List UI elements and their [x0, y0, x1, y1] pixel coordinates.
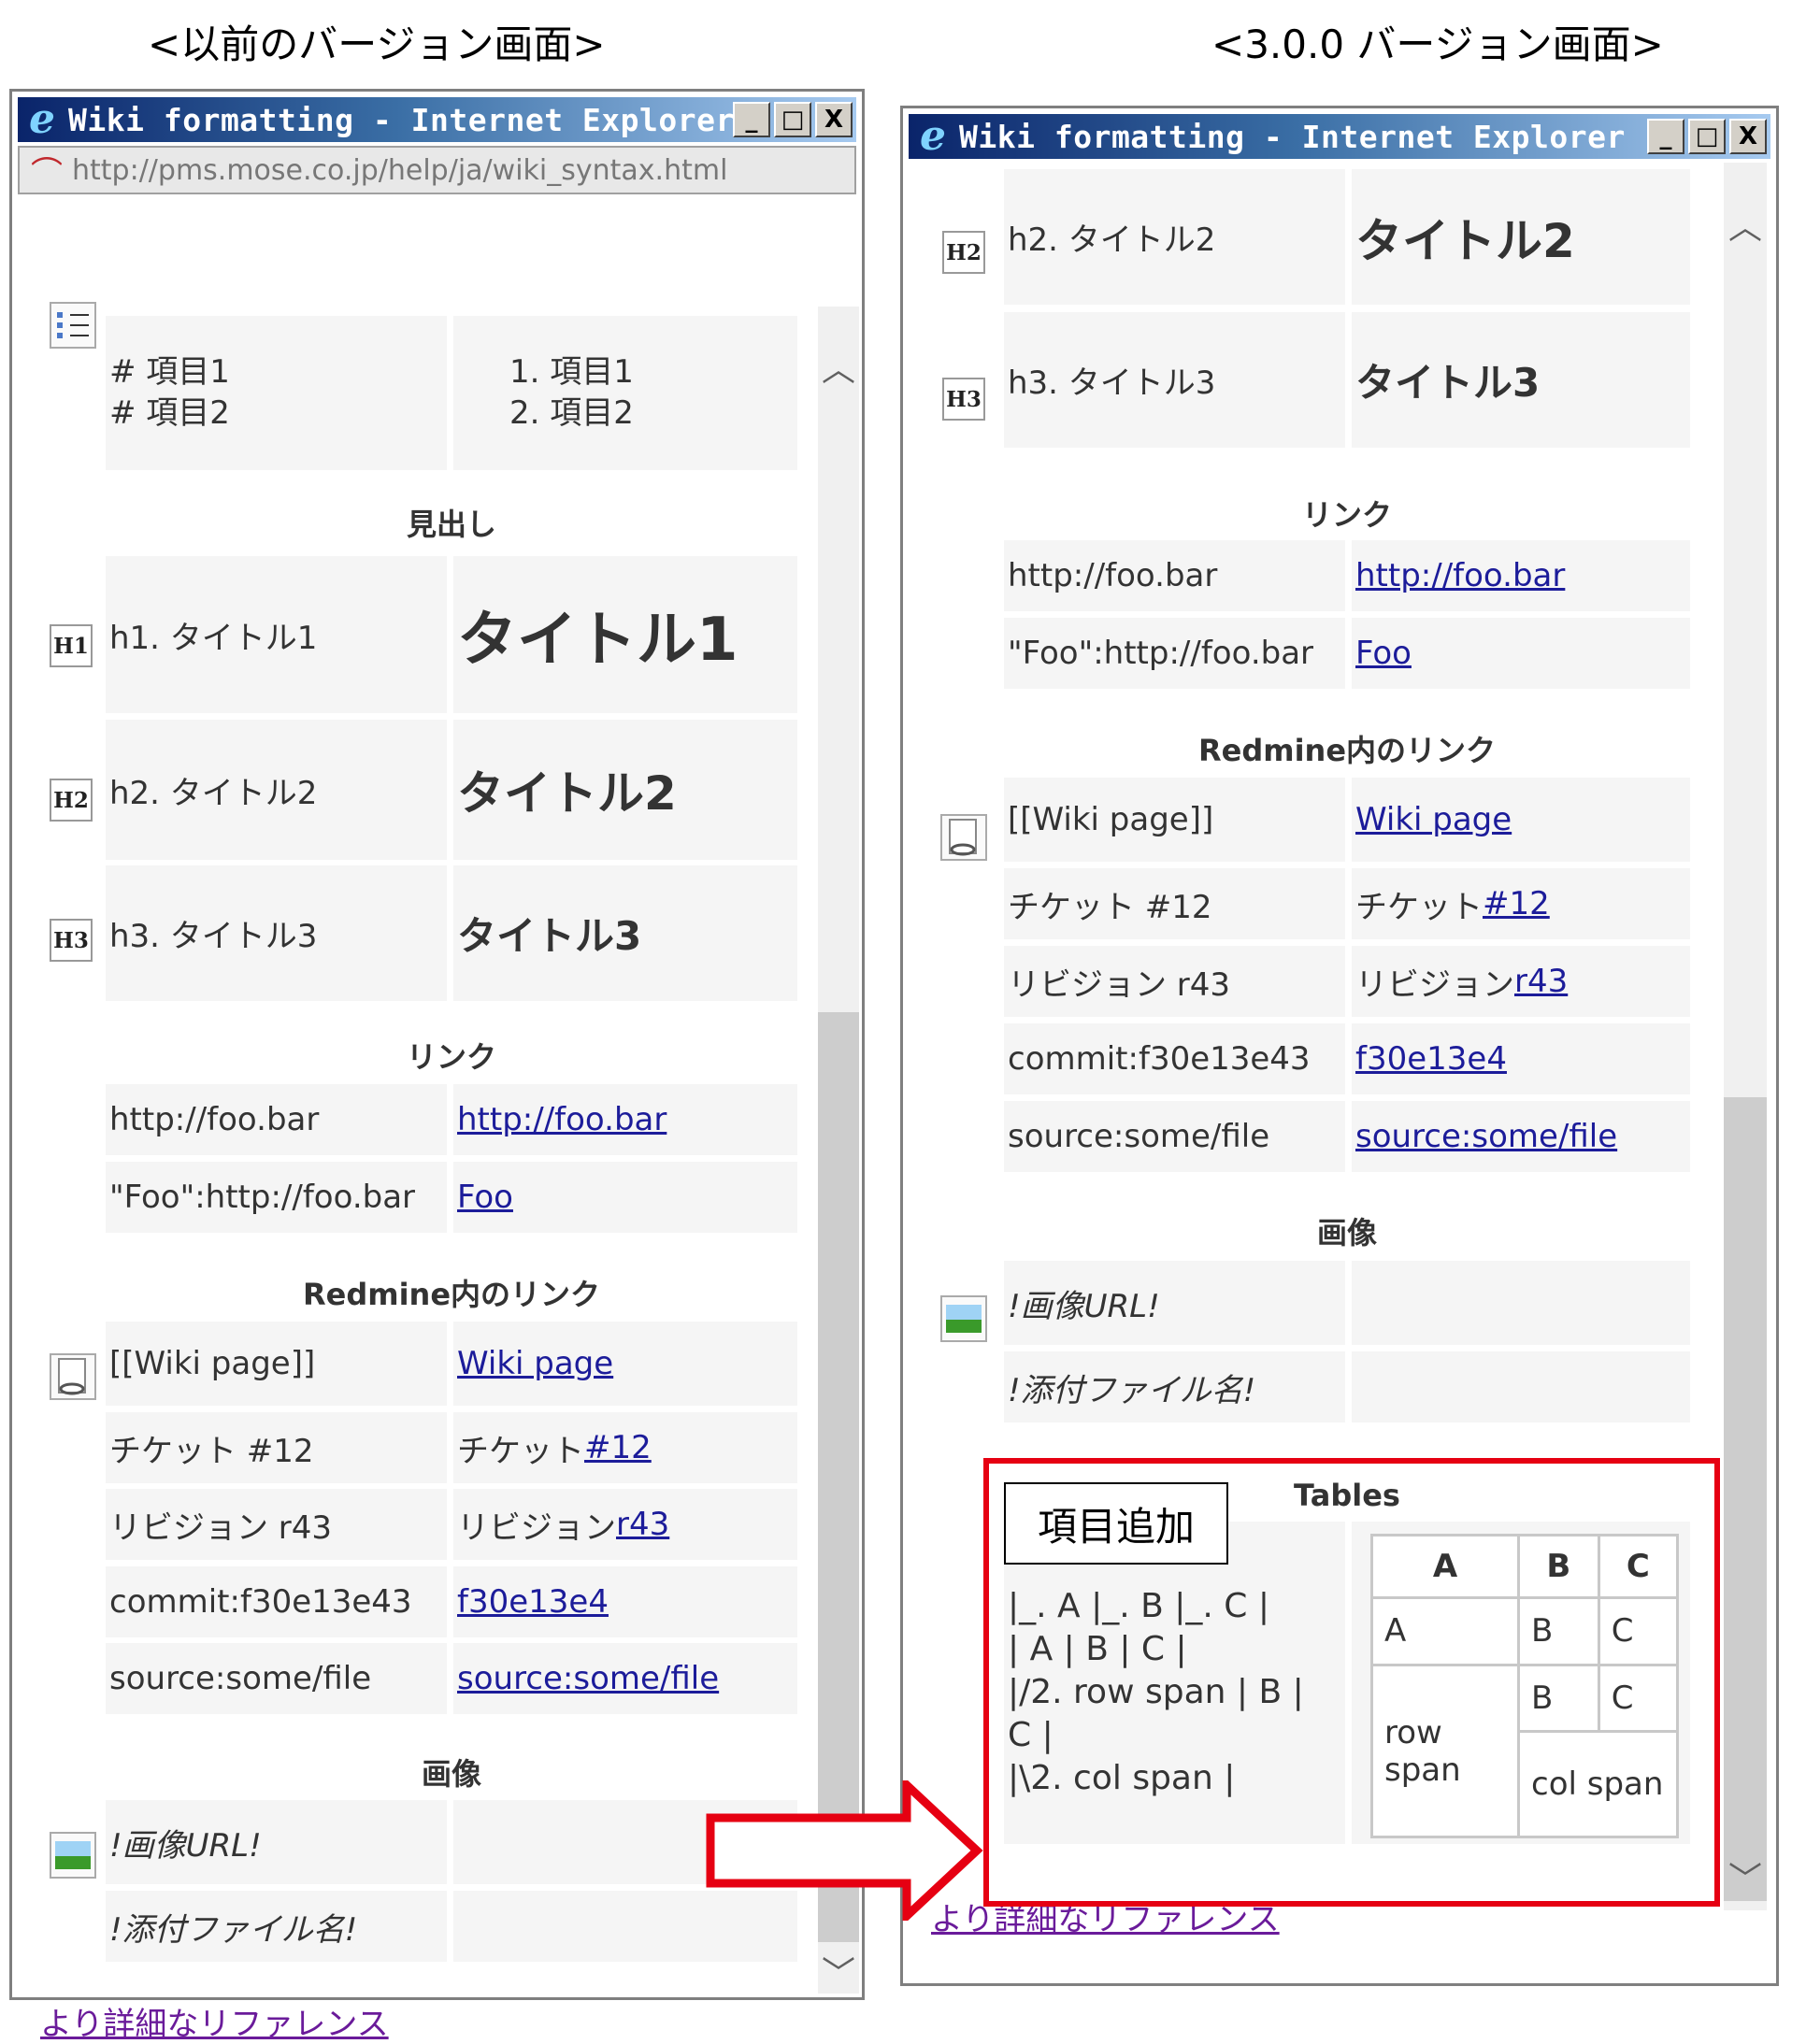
- redmine-source: commit:f30e13e43: [106, 1566, 447, 1637]
- image-url-result: [1352, 1261, 1690, 1345]
- section-heading-images: 画像: [1316, 1215, 1377, 1251]
- revision-link[interactable]: r43: [1514, 963, 1568, 1000]
- h2-source: h2. タイトル2: [1004, 169, 1345, 305]
- redmine-result: リビジョン r43: [453, 1489, 797, 1560]
- ordered-list-icon: [50, 302, 96, 349]
- list-result-line: 2. 項目2: [509, 394, 634, 432]
- detailed-reference-link[interactable]: より詳細なリファレンス: [40, 1998, 389, 2044]
- source-file-link[interactable]: source:some/file: [457, 1660, 719, 1697]
- h3-result: タイトル3: [1352, 312, 1690, 448]
- scroll-down-icon[interactable]: ﹀: [818, 1947, 859, 1995]
- h1-source: h1. タイトル1: [106, 556, 447, 713]
- foo-link[interactable]: Foo: [457, 1179, 513, 1216]
- redmine-source: [[Wiki page]]: [1004, 778, 1345, 862]
- link-source: http://foo.bar: [106, 1084, 447, 1155]
- attachment-result: [1352, 1351, 1690, 1422]
- wiki-page-link[interactable]: Wiki page: [1355, 801, 1512, 838]
- link-page-icon: [940, 814, 987, 861]
- link-result: http://foo.bar: [1352, 540, 1690, 611]
- redmine-result: source:some/file: [1352, 1101, 1690, 1172]
- h3-result: タイトル3: [453, 865, 797, 1001]
- h2-result: タイトル2: [1352, 169, 1690, 305]
- url-link[interactable]: http://foo.bar: [1355, 557, 1565, 594]
- scroll-down-icon[interactable]: ﹀: [1724, 1852, 1767, 1901]
- redmine-source: source:some/file: [1004, 1101, 1345, 1172]
- result-prefix: チケット: [1355, 888, 1483, 926]
- redmine-source: チケット #12: [106, 1412, 447, 1483]
- scroll-up-icon[interactable]: ︿: [1724, 200, 1767, 249]
- section-heading-links: リンク: [1301, 497, 1392, 533]
- page-content: # 項目1 # 項目2 1. 項目1 2. 項目2 見出し H1 h1. タイト…: [12, 92, 862, 2043]
- image-icon: [50, 1832, 96, 1879]
- h2-icon: H2: [942, 231, 985, 274]
- redmine-result: f30e13e4: [1352, 1023, 1690, 1094]
- result-prefix: リビジョン: [1355, 965, 1514, 1004]
- h3-source: h3. タイトル3: [1004, 312, 1345, 448]
- url-link[interactable]: http://foo.bar: [457, 1101, 666, 1138]
- h1-result: タイトル1: [453, 556, 797, 713]
- section-heading-redmine-links: Redmine内のリンク: [302, 1277, 601, 1312]
- list-source-line: # 項目2: [109, 394, 230, 432]
- link-source: "Foo":http://foo.bar: [106, 1162, 447, 1233]
- h1-icon: H1: [50, 624, 93, 667]
- redmine-result: f30e13e4: [453, 1566, 797, 1637]
- link-source: http://foo.bar: [1004, 540, 1345, 611]
- foo-link[interactable]: Foo: [1355, 635, 1412, 672]
- list-result: 1. 項目1 2. 項目2: [453, 316, 797, 470]
- link-source: "Foo":http://foo.bar: [1004, 618, 1345, 689]
- link-page-icon: [50, 1353, 96, 1400]
- h2-result: タイトル2: [453, 720, 797, 860]
- section-heading-images: 画像: [421, 1756, 481, 1792]
- redmine-source: [[Wiki page]]: [106, 1322, 447, 1406]
- redmine-result: Wiki page: [453, 1322, 797, 1406]
- link-result: http://foo.bar: [453, 1084, 797, 1155]
- result-prefix: リビジョン: [457, 1508, 616, 1547]
- image-icon: [940, 1295, 987, 1342]
- vertical-scrollbar[interactable]: ︿ ﹀: [818, 307, 859, 1994]
- h3-icon: H3: [50, 919, 93, 962]
- ticket-link[interactable]: #12: [584, 1429, 652, 1466]
- redmine-result: チケット #12: [453, 1412, 797, 1483]
- list-source-line: # 項目1: [109, 353, 230, 391]
- caption-new-version: <3.0.0 バージョン画面>: [1211, 21, 1664, 67]
- image-url-source: !画像URL!: [1004, 1261, 1345, 1345]
- section-heading-headings: 見出し: [406, 507, 496, 542]
- section-heading-redmine-links: Redmine内のリンク: [1197, 733, 1497, 768]
- attachment-source: !添付ファイル名!: [106, 1891, 447, 1962]
- redmine-result: Wiki page: [1352, 778, 1690, 862]
- redmine-source: チケット #12: [1004, 868, 1345, 939]
- wiki-page-link[interactable]: Wiki page: [457, 1345, 613, 1382]
- h3-source: h3. タイトル3: [106, 865, 447, 1001]
- attachment-source: !添付ファイル名!: [1004, 1351, 1345, 1422]
- section-heading-links: リンク: [406, 1039, 496, 1075]
- redmine-source: commit:f30e13e43: [1004, 1023, 1345, 1094]
- h2-icon: H2: [50, 779, 93, 822]
- list-result-line: 1. 項目1: [509, 353, 634, 391]
- link-result: Foo: [453, 1162, 797, 1233]
- highlight-box: [983, 1458, 1720, 1907]
- left-browser-window: e Wiki formatting - Internet Explorer _ …: [9, 89, 865, 2043]
- h3-icon: H3: [942, 378, 985, 421]
- redmine-source: リビジョン r43: [106, 1489, 447, 1560]
- red-arrow-icon: [706, 1780, 983, 1921]
- commit-link[interactable]: f30e13e4: [457, 1583, 609, 1621]
- scroll-thumb[interactable]: [1724, 1097, 1767, 1901]
- ticket-link[interactable]: #12: [1483, 885, 1550, 922]
- link-result: Foo: [1352, 618, 1690, 689]
- list-source: # 項目1 # 項目2: [106, 316, 447, 470]
- scroll-up-icon[interactable]: ︿: [818, 342, 859, 391]
- redmine-result: source:some/file: [453, 1643, 797, 1714]
- h2-source: h2. タイトル2: [106, 720, 447, 860]
- redmine-source: source:some/file: [106, 1643, 447, 1714]
- commit-link[interactable]: f30e13e4: [1355, 1040, 1507, 1078]
- source-file-link[interactable]: source:some/file: [1355, 1118, 1617, 1155]
- revision-link[interactable]: r43: [616, 1506, 669, 1543]
- result-prefix: チケット: [457, 1432, 584, 1470]
- image-url-source: !画像URL!: [106, 1800, 447, 1884]
- redmine-result: リビジョン r43: [1352, 946, 1690, 1017]
- redmine-source: リビジョン r43: [1004, 946, 1345, 1017]
- vertical-scrollbar[interactable]: ︿ ﹀: [1724, 163, 1767, 1910]
- redmine-result: チケット #12: [1352, 868, 1690, 939]
- caption-previous-version: <以前のバージョン画面>: [148, 21, 606, 67]
